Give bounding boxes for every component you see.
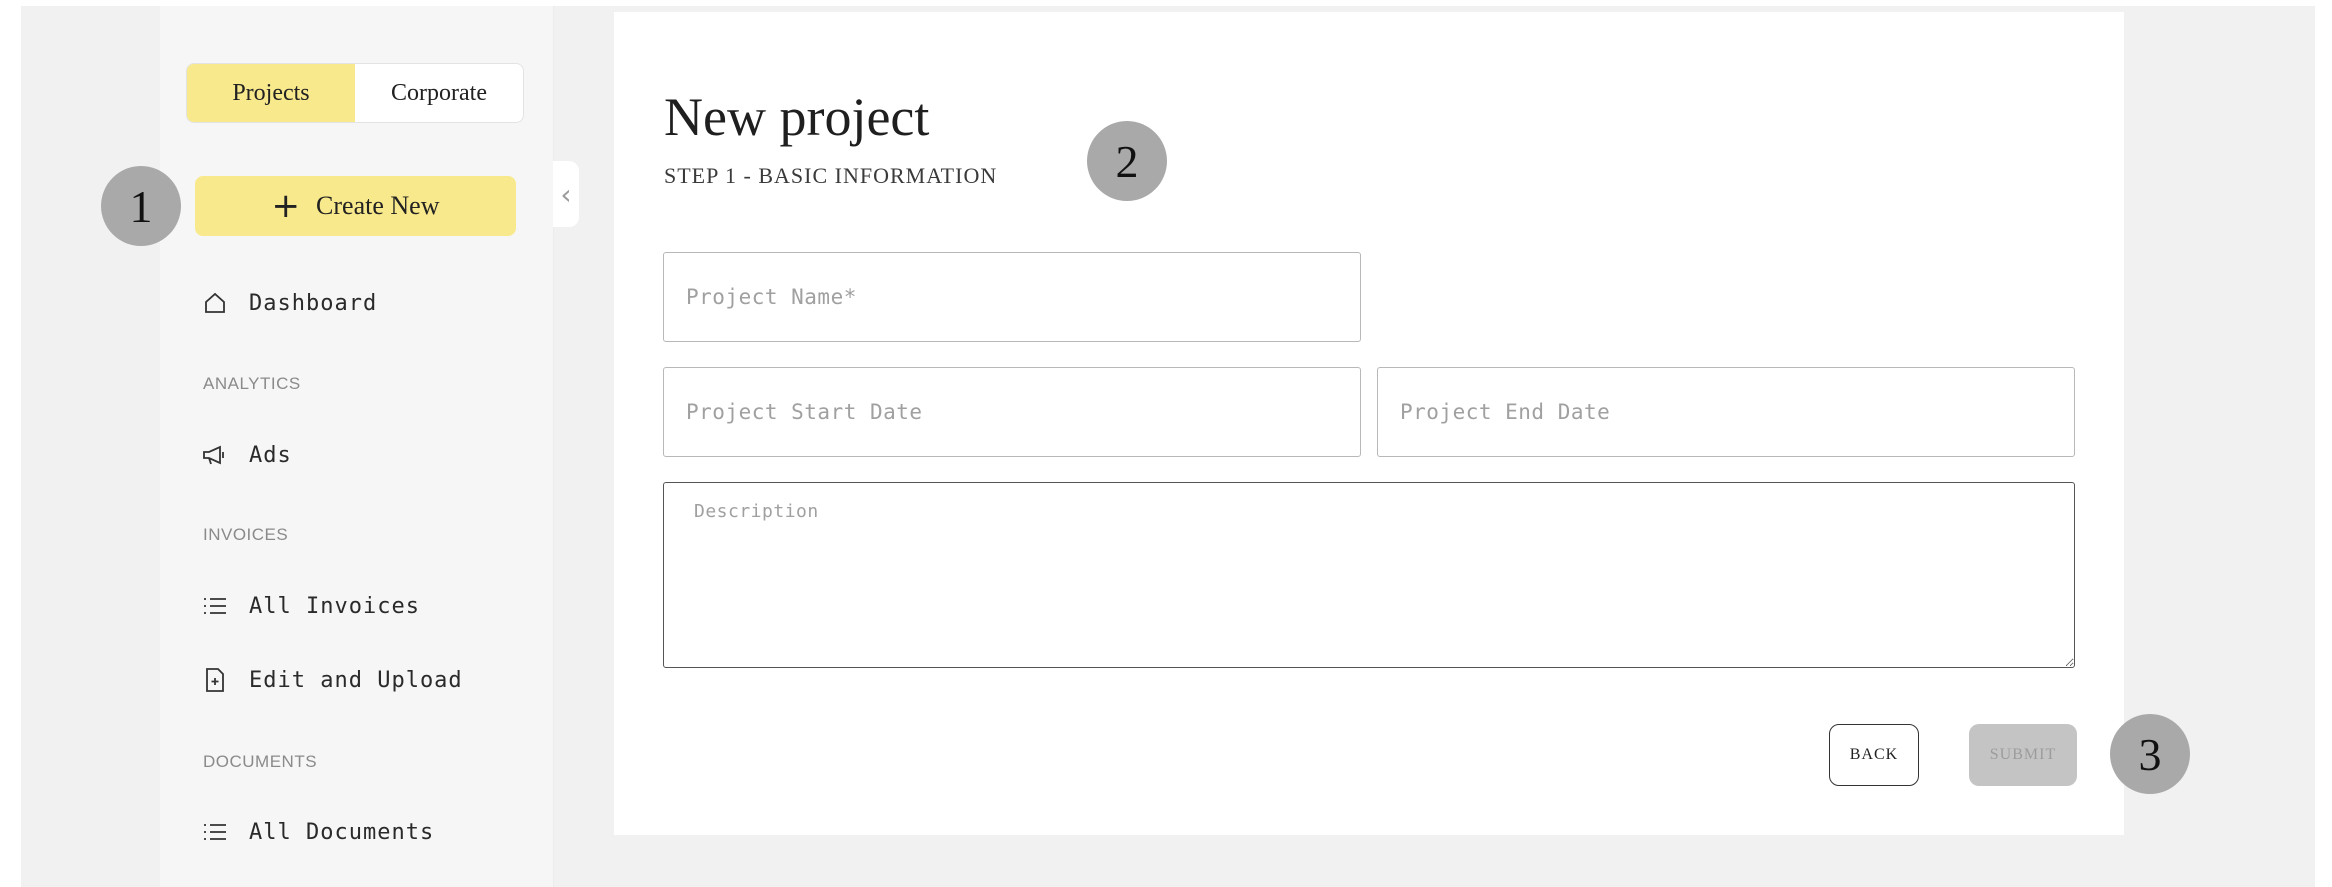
sidebar-item-label: Edit and Upload (249, 667, 463, 693)
sidebar-item-label: Dashboard (249, 290, 378, 316)
list-icon (201, 592, 229, 620)
sidebar-item-label: All Documents (249, 819, 435, 845)
submit-button[interactable]: SUBMIT (1969, 724, 2077, 786)
sidebar-item-edit-upload[interactable]: Edit and Upload (201, 666, 463, 694)
toggle-projects[interactable]: Projects (187, 64, 355, 122)
chevron-left-icon: ‹ (560, 177, 572, 211)
workspace-toggle: Projects Corporate (186, 63, 524, 123)
list-icon (201, 818, 229, 846)
home-icon (201, 289, 229, 317)
page-title: New project (664, 87, 930, 147)
annotation-marker-3: 3 (2110, 714, 2190, 794)
sidebar-item-dashboard[interactable]: Dashboard (201, 289, 377, 317)
sidebar-item-label: Ads (249, 442, 292, 468)
sidebar-item-all-invoices[interactable]: All Invoices (201, 592, 420, 620)
megaphone-icon (201, 441, 229, 469)
annotation-marker-2: 2 (1087, 121, 1167, 201)
sidebar-item-all-documents[interactable]: All Documents (201, 818, 434, 846)
back-button[interactable]: BACK (1829, 724, 1919, 786)
create-new-label: Create New (316, 191, 440, 220)
step-subtitle: STEP 1 - BASIC INFORMATION (664, 163, 998, 188)
plus-icon: + (271, 186, 301, 226)
description-textarea[interactable] (663, 482, 2075, 668)
create-new-button[interactable]: + Create New (195, 176, 516, 236)
file-add-icon (201, 666, 229, 694)
section-invoices: INVOICES (203, 525, 289, 544)
toggle-corporate[interactable]: Corporate (355, 64, 523, 122)
project-start-date-input[interactable] (663, 367, 1361, 457)
project-end-date-input[interactable] (1377, 367, 2075, 457)
project-name-input[interactable] (663, 252, 1361, 342)
annotation-marker-1: 1 (101, 166, 181, 246)
sidebar-collapse-button[interactable]: ‹ (553, 161, 579, 227)
section-documents: DOCUMENTS (203, 752, 318, 771)
section-analytics: ANALYTICS (203, 374, 301, 393)
sidebar-item-label: All Invoices (249, 593, 420, 619)
sidebar-item-ads[interactable]: Ads (201, 441, 292, 469)
